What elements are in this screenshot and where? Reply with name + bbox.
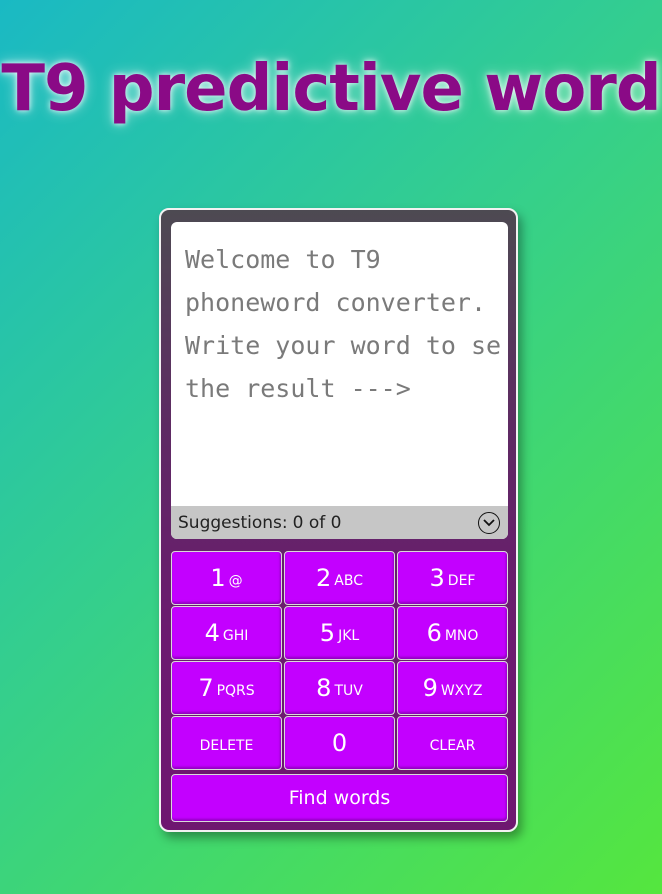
key-8[interactable]: 8 TUV [284,661,395,715]
suggestions-label: Suggestions: [178,512,288,533]
suggestions-bar: Suggestions: 0 of 0 [171,506,508,539]
keypad: 1 @ 2 ABC 3 DEF 4 GHI 5 JKL 6 MNO 7 PQRS 8 TUV 9… [171,551,510,770]
key-number: 8 [316,674,332,702]
key-number: 0 [331,729,348,757]
page-title: T9 predictive word [1,52,661,126]
key-letters: WXYZ [440,683,483,699]
chevron-down-icon[interactable] [478,511,500,534]
key-letters: GHI [222,628,249,644]
key-4[interactable]: 4 GHI [171,606,282,660]
key-9[interactable]: 9 WXYZ [397,661,508,715]
key-3[interactable]: 3 DEF [397,551,508,605]
key-letters: ABC [334,573,363,589]
key-letters: JKL [338,628,360,644]
key-number: 1 [210,564,226,592]
suggestions-count: 0 of 0 [292,512,342,533]
key-1[interactable]: 1 @ [171,551,282,605]
key-5[interactable]: 5 JKL [284,606,395,660]
clear-label: CLEAR [429,738,476,754]
key-letters: PQRS [216,683,255,699]
key-number: 5 [319,619,336,647]
display-text: Welcome to T9 phoneword converter. Write… [185,245,502,403]
key-letters: TUV [334,683,363,699]
key-letters: MNO [444,628,479,644]
phone-device: Welcome to T9 phoneword converter. Write… [159,208,518,832]
key-0[interactable]: 0 [284,716,395,770]
key-number: 6 [426,619,442,647]
delete-button[interactable]: DELETE [171,716,282,770]
key-letters: @ [228,573,243,589]
key-number: 3 [429,564,445,592]
key-2[interactable]: 2 ABC [284,551,395,605]
key-6[interactable]: 6 MNO [397,606,508,660]
delete-label: DELETE [199,738,254,754]
key-letters: DEF [447,573,476,589]
key-number: 4 [204,619,220,647]
key-number: 7 [198,674,214,702]
text-display[interactable]: Welcome to T9 phoneword converter. Write… [171,222,508,539]
key-number: 9 [422,674,438,702]
find-words-button[interactable]: Find words [171,774,508,822]
key-7[interactable]: 7 PQRS [171,661,282,715]
key-number: 2 [316,564,332,592]
clear-button[interactable]: CLEAR [397,716,508,770]
